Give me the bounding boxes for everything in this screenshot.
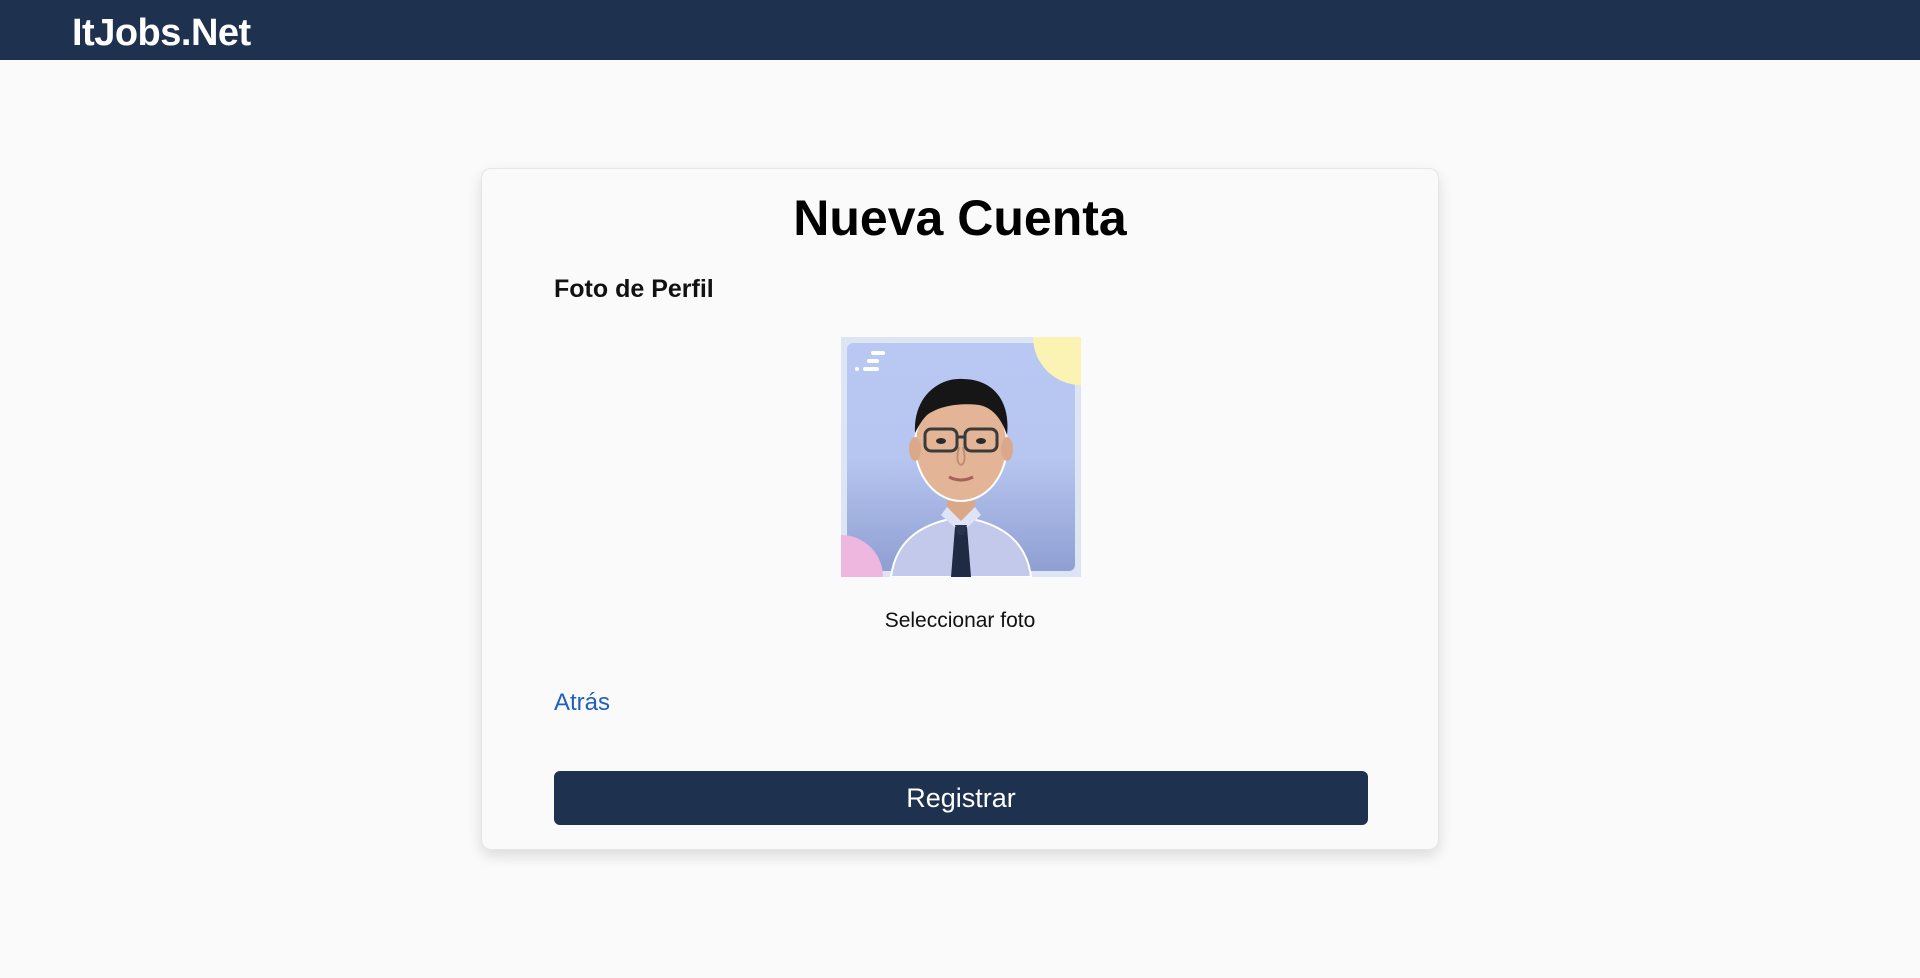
page-title: Nueva Cuenta (793, 190, 1127, 246)
register-button[interactable]: Registrar (554, 771, 1368, 825)
back-link[interactable]: Atrás (554, 689, 610, 717)
profile-photo-preview (841, 337, 1081, 577)
signup-card: Nueva Cuenta Foto de Perfil Seleccionar … (481, 168, 1439, 850)
profile-photo-label: Foto de Perfil (554, 275, 714, 303)
top-navbar: ItJobs.Net (0, 0, 1920, 60)
brand-logo-text[interactable]: ItJobs.Net (72, 12, 251, 55)
select-photo-button[interactable]: Seleccionar foto (482, 609, 1438, 633)
